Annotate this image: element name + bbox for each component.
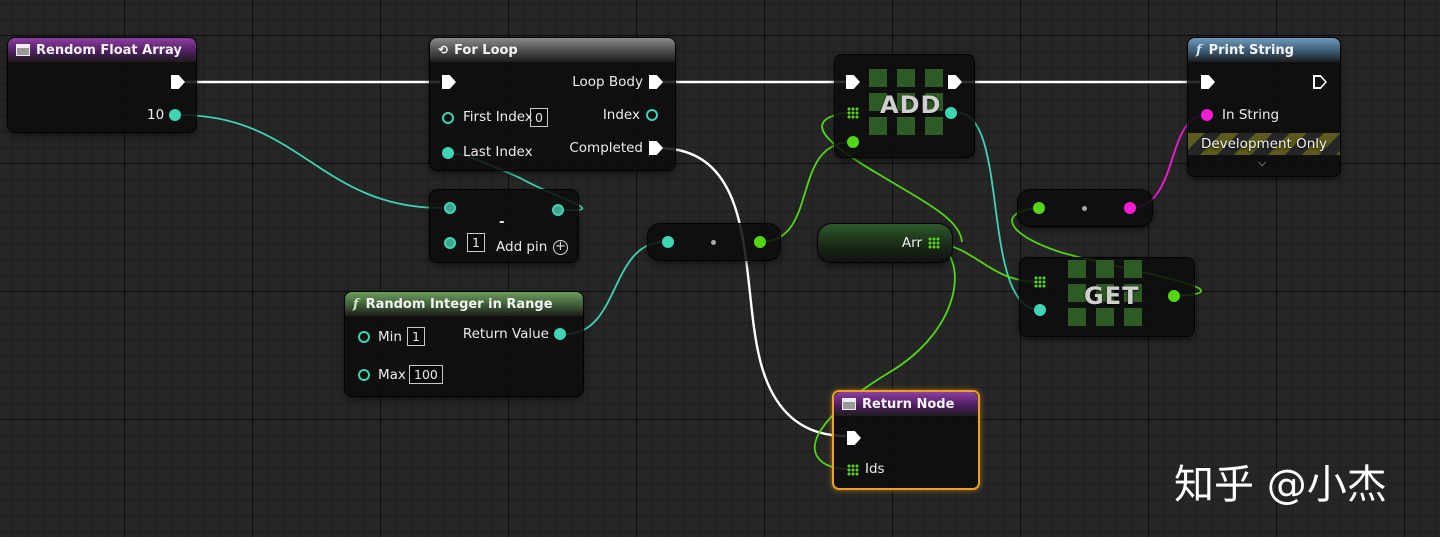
max-label: Max [378,367,406,383]
string-output-pin[interactable] [1124,202,1136,214]
return-value-pin[interactable] [554,328,566,340]
node-title: Rendom Float Array [36,42,182,58]
function-icon: f [353,296,359,312]
function-entry-icon [16,44,30,56]
index-label: Index [602,107,640,123]
return-value-label: Return Value [462,326,549,342]
function-return-icon [842,398,856,410]
ids-label: Ids [865,461,885,477]
node-header: f Random Integer in Range [345,292,583,316]
max-input[interactable]: 100 [409,365,443,384]
subtract-input-b-pin[interactable] [444,237,456,249]
max-input-pin[interactable] [358,369,370,381]
new-item-pin[interactable] [847,136,859,148]
function-icon: f [1196,42,1202,58]
integer-output-pin[interactable] [169,109,181,121]
node-title: Print String [1208,42,1294,58]
first-index-label: First Index [463,109,533,125]
loop-body-exec-pin[interactable] [649,75,663,89]
item-output-pin[interactable] [1168,290,1180,302]
add-operator-label: ADD [880,91,942,119]
reroute-input-pin[interactable] [1033,202,1045,214]
print-string-node[interactable]: f Print String In String Development Onl… [1188,38,1340,176]
node-title: For Loop [454,42,518,58]
array-get-node[interactable]: GET [1020,258,1194,336]
reroute-dot [1082,206,1087,211]
reroute-node[interactable] [648,224,780,260]
index-output-pin[interactable] [945,107,957,119]
node-title: Return Node [862,396,955,412]
random-float-array-node[interactable]: Rendom Float Array 10 [8,38,196,132]
subtract-input-a-pin[interactable] [444,202,456,214]
in-string-label: In String [1222,107,1280,123]
exec-output-pin[interactable] [1313,75,1327,89]
watermark-text: 知乎 @小杰 [1174,462,1387,508]
expand-chevron-icon[interactable]: ⌵ [1258,156,1266,170]
loop-body-label: Loop Body [572,74,643,90]
string-reroute-node[interactable] [1018,190,1152,226]
target-array-pin[interactable] [1034,276,1046,288]
node-header: Rendom Float Array [8,38,196,62]
exec-output-pin[interactable] [171,75,185,89]
subtract-node[interactable]: - 1 Add pin + [430,190,578,262]
target-array-pin[interactable] [847,107,859,119]
arr-output-pin[interactable] [928,237,940,249]
subtract-b-input[interactable]: 1 [467,233,485,252]
index-input-pin[interactable] [1034,304,1046,316]
get-operator-label: GET [1084,282,1140,310]
node-header: f Print String [1188,38,1340,62]
last-index-pin[interactable] [442,147,454,159]
completed-exec-pin[interactable] [649,141,663,155]
return-node[interactable]: Return Node Ids [832,390,980,490]
add-pin-icon[interactable]: + [553,240,568,255]
exec-input-pin[interactable] [846,75,860,89]
reroute-output-pin[interactable] [754,236,766,248]
exec-output-pin[interactable] [948,75,962,89]
ids-input-pin[interactable] [847,464,859,476]
first-index-pin[interactable] [442,112,454,124]
exec-input-pin[interactable] [847,431,861,445]
node-header: ⟲ For Loop [430,38,675,62]
exec-input-pin[interactable] [1201,75,1215,89]
exec-input-pin[interactable] [442,75,456,89]
min-input-pin[interactable] [358,331,370,343]
add-pin-label[interactable]: Add pin [496,239,547,255]
loop-icon: ⟲ [438,43,449,57]
development-only-bar: Development Only [1188,133,1340,155]
arr-variable-node[interactable]: Arr [818,224,952,262]
arr-variable-label: Arr [901,235,922,251]
min-label: Min [378,329,402,345]
in-string-pin[interactable] [1201,109,1213,121]
last-index-label: Last Index [463,144,533,160]
reroute-input-pin[interactable] [662,236,674,248]
first-index-input[interactable]: 0 [530,108,548,127]
node-title: Random Integer in Range [365,296,553,312]
random-integer-node[interactable]: f Random Integer in Range Min 1 Max 100 … [345,292,583,396]
array-add-node[interactable]: ADD [835,55,974,157]
subtract-output-pin[interactable] [552,204,564,216]
for-loop-node[interactable]: ⟲ For Loop First Index 0 Last Index Loop… [430,38,675,170]
min-input[interactable]: 1 [407,327,425,346]
index-output-pin[interactable] [646,109,658,121]
completed-label: Completed [569,140,643,156]
exec-wire [659,146,847,438]
output-value-label: 10 [147,107,165,123]
node-header: Return Node [834,392,978,416]
subtract-operator: - [499,214,505,230]
int-wire [179,114,443,209]
development-only-label: Development Only [1200,136,1328,152]
reroute-dot [711,240,716,245]
